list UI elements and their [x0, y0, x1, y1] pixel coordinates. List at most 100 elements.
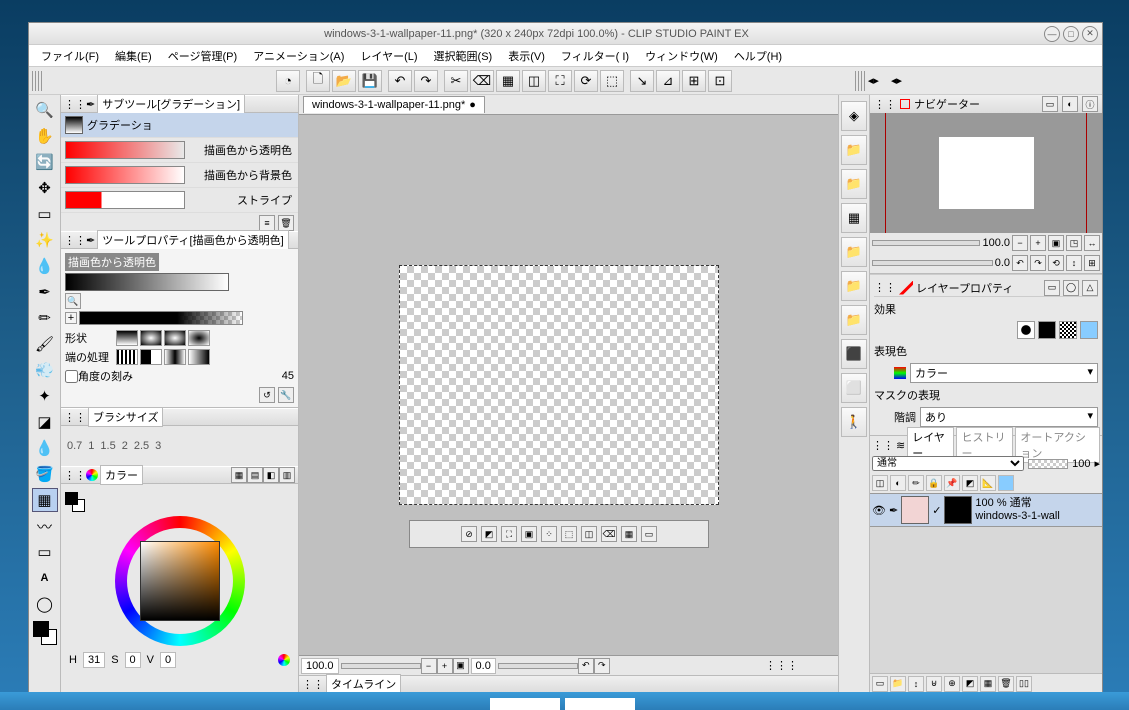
layerprop-header[interactable]: ⋮⋮ レイヤープロパティ ▭ ◯ △	[874, 279, 1098, 297]
tone-select[interactable]: あり▾	[920, 407, 1098, 427]
toolbar-grip-right[interactable]	[855, 71, 865, 91]
shape-radial[interactable]	[140, 330, 162, 346]
nav-100-icon[interactable]: ◳	[1066, 235, 1082, 251]
zoom-readout[interactable]: 100.0	[301, 658, 339, 674]
reset-icon[interactable]: ↺	[259, 387, 275, 403]
menu-page[interactable]: ページ管理(P)	[160, 46, 245, 66]
tb-snap[interactable]: ⊡	[708, 70, 732, 92]
navigator-header[interactable]: ⋮⋮ ナビゲーター ▭ ◐ ⓘ	[870, 95, 1102, 113]
grip-icon[interactable]: ⋮⋮⋮	[765, 659, 798, 672]
angle-readout[interactable]: 0.0	[471, 658, 496, 674]
edge-opt-2[interactable]	[140, 349, 162, 365]
tb-new[interactable]: 🗋	[306, 70, 330, 92]
bs-3[interactable]: 2	[122, 440, 128, 452]
qa-cube2-icon[interactable]: ⬜	[841, 373, 867, 403]
gradient-strip[interactable]	[65, 273, 229, 291]
menu-window[interactable]: ウィンドウ(W)	[637, 46, 726, 66]
tb-eraser[interactable]: ⌫	[470, 70, 494, 92]
maximize-button[interactable]: □	[1063, 26, 1079, 42]
color-tab-4[interactable]: ▥	[279, 467, 295, 483]
opacity-slider[interactable]	[1028, 459, 1068, 469]
document-tab[interactable]: windows-3-1-wallpaper-11.png* ●	[303, 96, 485, 113]
fill-tool[interactable]: 🪣	[32, 462, 58, 486]
color-swatches[interactable]	[33, 621, 57, 645]
menu-edit[interactable]: 編集(E)	[107, 46, 160, 66]
visible-icon[interactable]: 👁	[872, 504, 886, 517]
lp-tab-3[interactable]: △	[1082, 280, 1098, 296]
sel-crop-icon[interactable]: ◩	[481, 526, 497, 542]
nav-tab-1[interactable]: ▭	[1042, 96, 1058, 112]
sel-shrink-icon[interactable]: ▣	[521, 526, 537, 542]
li-color-icon[interactable]	[998, 475, 1014, 491]
qa-folder2-icon[interactable]: 📁	[841, 169, 867, 199]
title-bar[interactable]: windows-3-1-wallpaper-11.png* (320 x 240…	[29, 23, 1102, 45]
color-tab-2[interactable]: ▤	[247, 467, 263, 483]
zoom-slider[interactable]	[341, 663, 421, 669]
blend-tool[interactable]: 💧	[32, 436, 58, 460]
angle-checkbox[interactable]	[65, 370, 78, 383]
zoom-in-icon[interactable]: +	[437, 658, 453, 674]
sel-expand-icon[interactable]: ⛶	[501, 526, 517, 542]
pencil-tool[interactable]: ✏	[32, 306, 58, 330]
subtool-trash-icon[interactable]: 🗑	[278, 215, 294, 231]
edge-opt-4[interactable]	[188, 349, 210, 365]
nav-angle-value[interactable]: 0.0	[995, 257, 1010, 269]
lp-tab-1[interactable]: ▭	[1044, 280, 1060, 296]
tb-ruler3[interactable]: ⊞	[682, 70, 706, 92]
rotate-l-icon[interactable]: ↶	[578, 658, 594, 674]
nav-rot-l-icon[interactable]: ↶	[1012, 255, 1028, 271]
li-check-icon[interactable]: ◫	[872, 475, 888, 491]
qa-figure-icon[interactable]: 🚶	[841, 407, 867, 437]
li-ruler-icon[interactable]: 📐	[980, 475, 996, 491]
angle-slider[interactable]	[498, 663, 578, 669]
lb-2pane-icon[interactable]: ▯▯	[1016, 676, 1032, 692]
color-square[interactable]	[140, 541, 220, 621]
tb-ruler1[interactable]: ↘	[630, 70, 654, 92]
airbrush-tool[interactable]: 💨	[32, 358, 58, 382]
zoom-fit-icon[interactable]: ▣	[453, 658, 469, 674]
tb-ruler2[interactable]: ⊿	[656, 70, 680, 92]
lb-newfolder-icon[interactable]: 📁	[890, 676, 906, 692]
shape-linear[interactable]	[116, 330, 138, 346]
tb-cut[interactable]: ✂	[444, 70, 468, 92]
eff-extract-icon[interactable]	[1038, 321, 1056, 339]
taskbar-item[interactable]	[565, 698, 635, 710]
shape-tool[interactable]: ▭	[32, 540, 58, 564]
tb-scale[interactable]: ⛶	[548, 70, 572, 92]
taskbar-item[interactable]	[490, 698, 560, 710]
nav-zoom-in-icon[interactable]: +	[1030, 235, 1046, 251]
lb-move-icon[interactable]: ↕	[908, 676, 924, 692]
subtool-header[interactable]: ⋮⋮ ✒ サブツール[グラデーション]	[61, 95, 298, 113]
brush-tool[interactable]: 🖌	[32, 332, 58, 356]
color-tab-1[interactable]: ▦	[231, 467, 247, 483]
menu-view[interactable]: 表示(V)	[500, 46, 553, 66]
layers-header[interactable]: ⋮⋮ ≋ レイヤー ヒストリー オートアクション	[870, 436, 1102, 454]
menu-file[interactable]: ファイル(F)	[33, 46, 107, 66]
nav-tab-3[interactable]: ⓘ	[1082, 96, 1098, 112]
qa-pattern-icon[interactable]: ▦	[841, 203, 867, 233]
opacity-value[interactable]: 100	[1072, 458, 1090, 470]
qa-pose-icon[interactable]: 📁	[841, 271, 867, 301]
brushsize-header[interactable]: ⋮⋮ ブラシサイズ	[61, 408, 298, 426]
bs-4[interactable]: 2.5	[134, 440, 149, 452]
bs-2[interactable]: 1.5	[100, 440, 115, 452]
sel-clear-icon[interactable]: ⌫	[601, 526, 617, 542]
alpha-strip[interactable]	[79, 311, 243, 325]
nav-zoom-out-icon[interactable]: −	[1012, 235, 1028, 251]
lb-combine-icon[interactable]: ⊕	[944, 676, 960, 692]
hand-tool[interactable]: ✋	[32, 124, 58, 148]
contour-tool[interactable]: 〰	[32, 514, 58, 538]
tb-csp-icon[interactable]: ◔	[276, 70, 300, 92]
nav-flip-v-icon[interactable]: ↕	[1066, 255, 1082, 271]
subtool-menu-icon[interactable]: ≡	[259, 215, 275, 231]
gradient-preset-2[interactable]: ストライプ	[61, 188, 298, 213]
hsv-h[interactable]: 31	[83, 652, 105, 668]
li-mask-icon[interactable]: ◩	[962, 475, 978, 491]
hsv-s[interactable]: 0	[125, 652, 141, 668]
menu-animation[interactable]: アニメーション(A)	[245, 46, 352, 66]
sel-invert-icon[interactable]: ⁘	[541, 526, 557, 542]
li-ref-icon[interactable]: ◐	[890, 475, 906, 491]
opacity-spinner-icon[interactable]: ▸	[1094, 457, 1100, 470]
plus-icon[interactable]: +	[65, 312, 77, 324]
wrench-icon[interactable]: 🔧	[278, 387, 294, 403]
